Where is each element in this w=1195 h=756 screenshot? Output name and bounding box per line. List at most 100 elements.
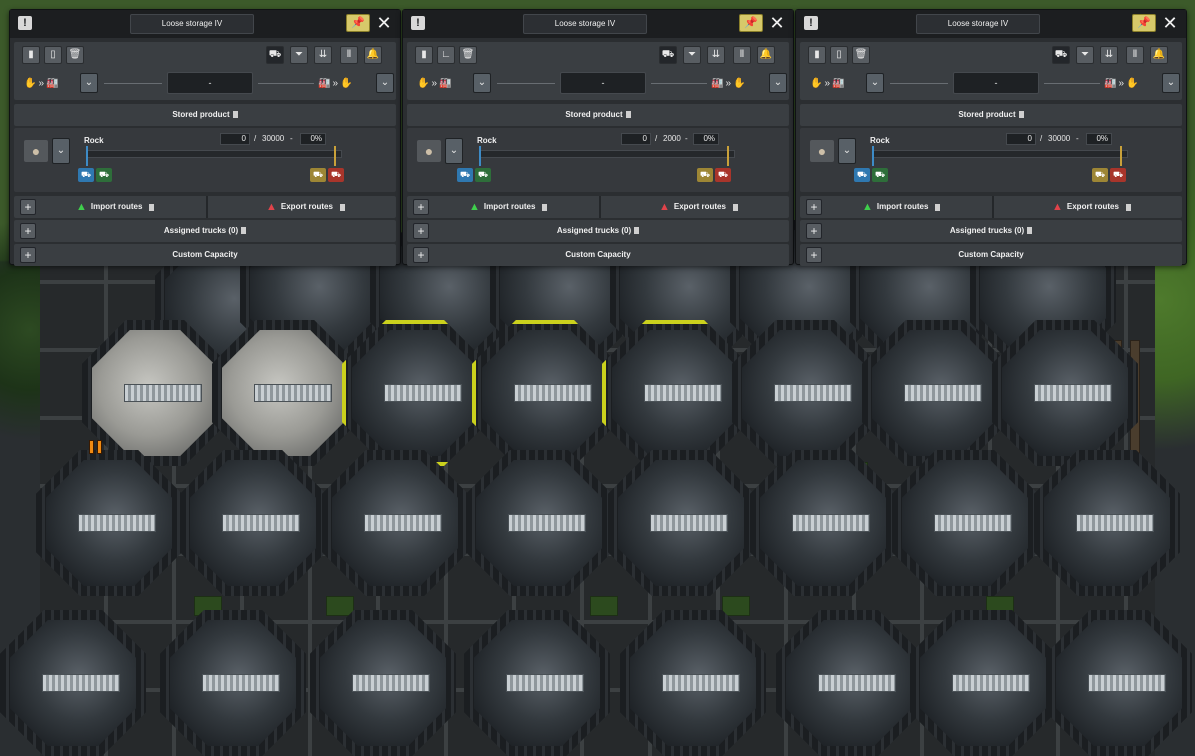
import-routes-tab[interactable]: ▲ Import routes xyxy=(469,196,548,218)
info-icon[interactable]: ! xyxy=(411,16,425,30)
truck-settings-icon[interactable]: ⛟ xyxy=(1052,46,1070,64)
storage-silo[interactable] xyxy=(732,320,878,466)
export-truck-badge[interactable]: ⛟ xyxy=(1092,168,1108,182)
storage-silo[interactable] xyxy=(310,610,456,756)
priority-down-icon[interactable]: ⇊ xyxy=(707,46,725,64)
pin-icon[interactable]: 📌 xyxy=(346,14,370,32)
route-value-field[interactable]: - xyxy=(167,72,253,94)
pause-icon[interactable]: Ⅱ xyxy=(1126,46,1144,64)
storage-level-icon[interactable]: ∟ xyxy=(437,46,455,64)
storage-level-icon[interactable]: ▯ xyxy=(44,46,62,64)
product-dropdown[interactable]: ⌄ xyxy=(52,138,70,164)
export-truck-badge[interactable]: ⛟ xyxy=(697,168,713,182)
close-icon[interactable]: ✕ xyxy=(1160,13,1180,33)
info-icon[interactable]: ! xyxy=(18,16,32,30)
product-dropdown[interactable]: ⌄ xyxy=(445,138,463,164)
import-truck-badge[interactable]: ⛟ xyxy=(457,168,473,182)
storage-silo[interactable] xyxy=(862,320,1008,466)
storage-silo[interactable] xyxy=(776,610,922,756)
priority-down-icon[interactable]: ⇊ xyxy=(1100,46,1118,64)
export-routes-tab[interactable]: ▲ Export routes xyxy=(266,196,345,218)
import-truck-badge[interactable]: ⛟ xyxy=(854,168,870,182)
percent-field[interactable]: 0% xyxy=(1086,133,1112,145)
storage-silo[interactable] xyxy=(620,610,766,756)
custom-capacity-section[interactable]: + Custom Capacity xyxy=(407,244,789,266)
panel-titlebar[interactable]: ! Loose storage IV 📌 ✕ xyxy=(10,10,400,38)
import-vehicle-badge[interactable]: ⛟ xyxy=(475,168,491,182)
storage-silo[interactable] xyxy=(608,450,754,596)
quantity-field[interactable]: 0 xyxy=(1006,133,1036,145)
priority-down-icon[interactable]: ⇊ xyxy=(314,46,332,64)
export-vehicle-badge[interactable]: ⛟ xyxy=(328,168,344,182)
filter-icon[interactable]: ⏷ xyxy=(683,46,701,64)
help-icon[interactable] xyxy=(1018,111,1024,119)
filter-icon[interactable]: ⏷ xyxy=(1076,46,1094,64)
close-icon[interactable]: ✕ xyxy=(374,13,394,33)
storage-silo[interactable] xyxy=(464,610,610,756)
trash-icon[interactable]: 🗑 xyxy=(459,46,477,64)
import-threshold-marker[interactable] xyxy=(479,146,481,166)
storage-silo[interactable] xyxy=(160,610,306,756)
half-storage-icon[interactable]: ▮ xyxy=(808,46,826,64)
export-vehicle-badge[interactable]: ⛟ xyxy=(1110,168,1126,182)
percent-field[interactable]: 0% xyxy=(300,133,326,145)
export-mode-dropdown[interactable]: ⌄ xyxy=(1162,73,1180,93)
filter-icon[interactable]: ⏷ xyxy=(290,46,308,64)
paused-icon[interactable] xyxy=(86,438,104,456)
pin-icon[interactable]: 📌 xyxy=(739,14,763,32)
storage-silo[interactable] xyxy=(0,610,146,756)
trash-icon[interactable]: 🗑 xyxy=(852,46,870,64)
storage-silo[interactable] xyxy=(910,610,1056,756)
panel-titlebar[interactable]: ! Loose storage IV 📌 ✕ xyxy=(403,10,793,38)
export-threshold-marker[interactable] xyxy=(727,146,729,166)
pause-icon[interactable]: Ⅱ xyxy=(733,46,751,64)
export-routes-tab[interactable]: ▲ Export routes xyxy=(659,196,738,218)
panel-title[interactable]: Loose storage IV xyxy=(523,14,647,34)
panel-title[interactable]: Loose storage IV xyxy=(916,14,1040,34)
export-truck-badge[interactable]: ⛟ xyxy=(310,168,326,182)
product-dropdown[interactable]: ⌄ xyxy=(838,138,856,164)
import-vehicle-badge[interactable]: ⛟ xyxy=(872,168,888,182)
custom-capacity-section[interactable]: + Custom Capacity xyxy=(14,244,396,266)
quantity-field[interactable]: 0 xyxy=(220,133,250,145)
import-mode-dropdown[interactable]: ⌄ xyxy=(80,73,98,93)
panel-titlebar[interactable]: ! Loose storage IV 📌 ✕ xyxy=(796,10,1186,38)
import-mode-dropdown[interactable]: ⌄ xyxy=(473,73,491,93)
storage-silo[interactable] xyxy=(992,320,1138,466)
import-mode-dropdown[interactable]: ⌄ xyxy=(866,73,884,93)
import-truck-badge[interactable]: ⛟ xyxy=(78,168,94,182)
half-storage-icon[interactable]: ▮ xyxy=(415,46,433,64)
trash-icon[interactable]: 🗑 xyxy=(66,46,84,64)
close-icon[interactable]: ✕ xyxy=(767,13,787,33)
storage-silo-selected[interactable] xyxy=(602,320,748,466)
storage-fill-bar[interactable] xyxy=(872,150,1128,158)
help-icon[interactable] xyxy=(232,111,238,119)
import-threshold-marker[interactable] xyxy=(872,146,874,166)
storage-silo[interactable] xyxy=(1046,610,1192,756)
export-mode-dropdown[interactable]: ⌄ xyxy=(376,73,394,93)
assigned-trucks-section[interactable]: + Assigned trucks (0) xyxy=(407,220,789,242)
route-value-field[interactable]: - xyxy=(953,72,1039,94)
import-vehicle-badge[interactable]: ⛟ xyxy=(96,168,112,182)
storage-fill-bar[interactable] xyxy=(86,150,342,158)
import-routes-tab[interactable]: ▲ Import routes xyxy=(862,196,941,218)
info-icon[interactable]: ! xyxy=(804,16,818,30)
truck-settings-icon[interactable]: ⛟ xyxy=(266,46,284,64)
storage-silo[interactable] xyxy=(892,450,1038,596)
plus-icon[interactable]: + xyxy=(413,199,429,215)
plus-icon[interactable]: + xyxy=(806,199,822,215)
custom-capacity-section[interactable]: + Custom Capacity xyxy=(800,244,1182,266)
help-icon[interactable] xyxy=(625,111,631,119)
assigned-trucks-section[interactable]: + Assigned trucks (0) xyxy=(14,220,396,242)
panel-title[interactable]: Loose storage IV xyxy=(130,14,254,34)
storage-fill-bar[interactable] xyxy=(479,150,735,158)
import-threshold-marker[interactable] xyxy=(86,146,88,166)
bell-icon[interactable]: 🔔 xyxy=(1150,46,1168,64)
import-routes-tab[interactable]: ▲ Import routes xyxy=(76,196,155,218)
bell-icon[interactable]: 🔔 xyxy=(364,46,382,64)
assigned-trucks-section[interactable]: + Assigned trucks (0) xyxy=(800,220,1182,242)
pause-icon[interactable]: Ⅱ xyxy=(340,46,358,64)
export-routes-tab[interactable]: ▲ Export routes xyxy=(1052,196,1131,218)
storage-level-icon[interactable]: ▯ xyxy=(830,46,848,64)
export-vehicle-badge[interactable]: ⛟ xyxy=(715,168,731,182)
